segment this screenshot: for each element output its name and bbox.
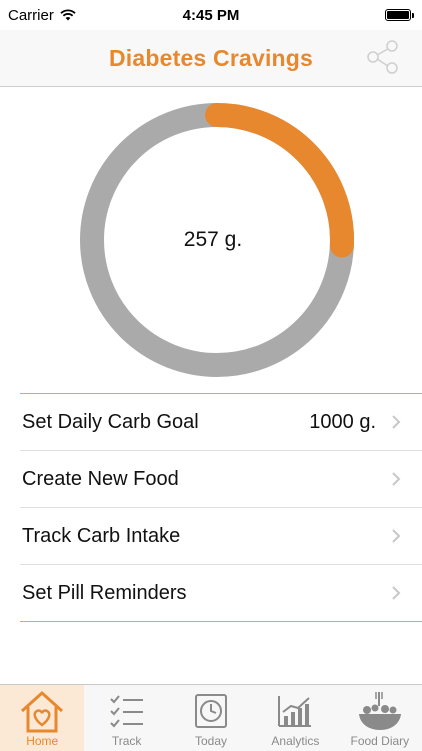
- navigation-bar: Diabetes Cravings: [0, 30, 422, 87]
- tab-food-diary[interactable]: Food Diary: [338, 685, 422, 751]
- menu-item-daily-carb-goal[interactable]: Set Daily Carb Goal 1000 g.: [20, 394, 422, 451]
- carb-total-label: 257 g.: [183, 228, 243, 251]
- battery-icon: [385, 9, 414, 21]
- tab-label: Food Diary: [350, 734, 410, 748]
- menu-item-label: Track Carb Intake: [22, 524, 181, 547]
- status-left: Carrier: [8, 7, 76, 24]
- tab-label: Today: [195, 734, 228, 748]
- chevron-right-icon: [390, 528, 402, 544]
- share-icon: [367, 40, 398, 74]
- bar-chart-icon: [275, 688, 315, 734]
- tab-label: Analytics: [271, 734, 320, 748]
- menu-item-label: Set Daily Carb Goal: [22, 410, 199, 433]
- daily-carb-goal-value: 1000 g.: [309, 410, 376, 433]
- tab-label: Home: [26, 734, 59, 748]
- tab-track[interactable]: Track: [84, 685, 168, 751]
- carrier-label: Carrier: [8, 6, 54, 24]
- tab-home[interactable]: Home: [0, 685, 85, 751]
- checklist-icon: [107, 688, 147, 734]
- menu-item-label: Set Pill Reminders: [22, 581, 187, 604]
- menu-item-track-carb-intake[interactable]: Track Carb Intake: [20, 508, 422, 565]
- page-title: Diabetes Cravings: [108, 44, 314, 71]
- clock-icon: [191, 688, 231, 734]
- tab-analytics[interactable]: Analytics: [253, 685, 337, 751]
- menu-list: Set Daily Carb Goal 1000 g. Create New F…: [20, 393, 422, 622]
- chevron-right-icon: [390, 585, 402, 601]
- food-bowl-icon: [355, 688, 405, 734]
- tab-bar: Home Track Today Analytics Food Diary: [0, 684, 422, 751]
- menu-item-create-new-food[interactable]: Create New Food: [20, 451, 422, 508]
- wifi-icon: [60, 9, 76, 21]
- tab-label: Track: [111, 734, 142, 748]
- chevron-right-icon: [390, 414, 402, 430]
- tab-today[interactable]: Today: [169, 685, 253, 751]
- home-heart-icon: [18, 688, 66, 734]
- carb-progress-ring: 257 g.: [77, 100, 357, 380]
- menu-item-pill-reminders[interactable]: Set Pill Reminders: [20, 565, 422, 622]
- status-bar: Carrier 4:45 PM: [0, 0, 422, 30]
- chevron-right-icon: [390, 471, 402, 487]
- menu-item-label: Create New Food: [22, 467, 179, 490]
- share-button[interactable]: [360, 35, 404, 79]
